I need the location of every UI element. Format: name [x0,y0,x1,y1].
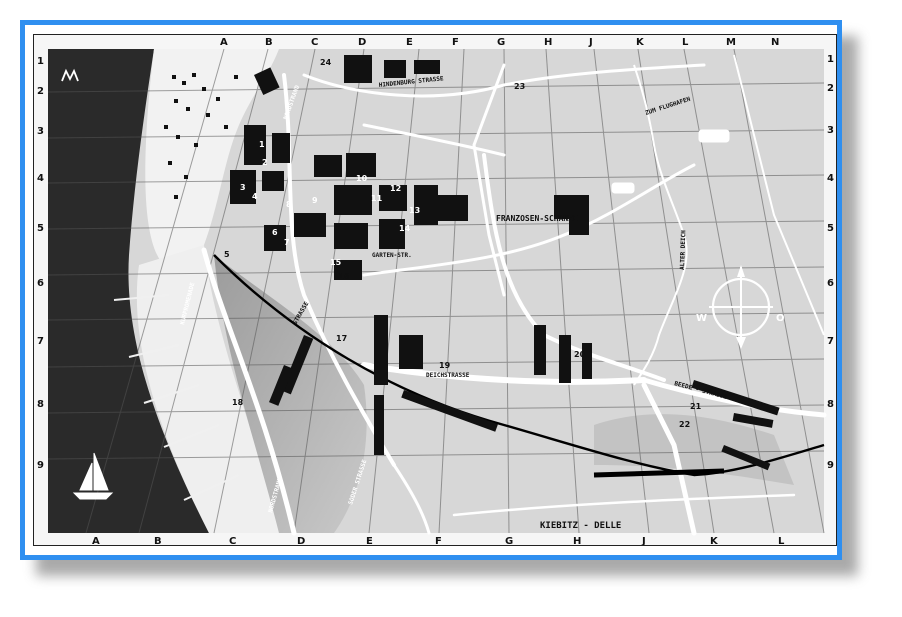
poi-15: 15 [330,258,342,267]
poi-2: 2 [262,158,268,167]
col-label-bottom: D [297,536,305,546]
row-label-right: 6 [827,278,834,289]
street-deichstrasse: DEICHSTRASSE [426,372,470,379]
poi-22: 22 [679,420,690,429]
poi-10: 10 [356,174,368,183]
row-label-left: 2 [37,86,44,97]
poi-9: 9 [312,196,318,205]
row-label-left: 8 [37,399,44,410]
col-label-bottom: L [778,536,785,546]
col-label-top: D [358,37,366,48]
poi-20: 20 [574,350,586,359]
row-label-left: 4 [37,173,44,184]
poi-1: 1 [259,140,265,149]
poi-7: 7 [284,238,290,247]
col-label-top: F [452,37,459,48]
poi-12: 12 [390,184,401,193]
col-label-bottom: J [641,536,646,546]
row-label-right: 3 [827,125,834,136]
row-label-right: 9 [827,460,834,471]
col-label-bottom: E [366,536,373,546]
col-label-top: L [682,37,689,48]
row-label-right: 7 [827,336,834,347]
row-label-right: 5 [827,223,834,234]
compass-east: O [776,313,785,324]
col-label-top: N [771,37,779,48]
row-label-right: 8 [827,399,834,410]
poi-11: 11 [371,194,383,203]
row-label-right: 1 [827,54,834,65]
poi-18: 18 [232,398,244,407]
poi-17: 17 [336,334,347,343]
col-label-top: J [588,37,593,48]
poi-8: 8 [286,200,292,209]
poi-5: 5 [224,250,230,259]
row-label-left: 5 [37,223,44,234]
col-label-bottom: F [435,536,442,546]
col-label-top: M [726,37,736,48]
label-franzosen-schanze: FRANZOSEN-SCHANZE [496,214,578,223]
col-label-bottom: K [710,536,719,546]
col-label-top: B [265,37,273,48]
row-label-left: 9 [37,460,44,471]
col-label-bottom: G [505,536,513,546]
poi-3: 3 [240,183,246,192]
row-label-left: 6 [37,278,44,289]
row-label-left: 7 [37,336,44,347]
poi-4: 4 [252,192,258,201]
poi-23: 23 [514,82,525,91]
col-label-top: A [220,37,228,48]
street-garten-str: GARTEN-STR. [372,252,412,259]
row-label-left: 3 [37,126,44,137]
col-label-bottom: B [154,536,162,546]
poi-13: 13 [409,206,420,215]
col-label-bottom: C [229,536,236,546]
poi-16: 16 [338,272,350,281]
map-canvas: W O A B C D E F G H J K L M N A B C D E … [34,35,836,546]
poi-19: 19 [439,361,451,370]
poi-24: 24 [320,58,332,67]
town-map: W O A B C D E F G H J K L M N A B C D E … [33,34,837,546]
compass-west: W [696,313,707,324]
col-label-top: E [406,37,413,48]
col-label-top: C [311,37,318,48]
row-label-right: 2 [827,83,834,94]
label-alter-deich: ALTER DEICH [679,230,687,270]
poi-21: 21 [690,402,702,411]
poi-6: 6 [272,228,278,237]
col-label-bottom: A [92,536,100,546]
row-label-left: 1 [37,56,44,67]
label-kiebitz-delle: KIEBITZ - DELLE [540,521,621,531]
col-label-top: K [636,37,645,48]
col-label-top: H [544,37,552,48]
col-label-bottom: H [573,536,581,546]
poi-14: 14 [399,224,411,233]
col-label-top: G [497,37,505,48]
row-label-right: 4 [827,173,834,184]
